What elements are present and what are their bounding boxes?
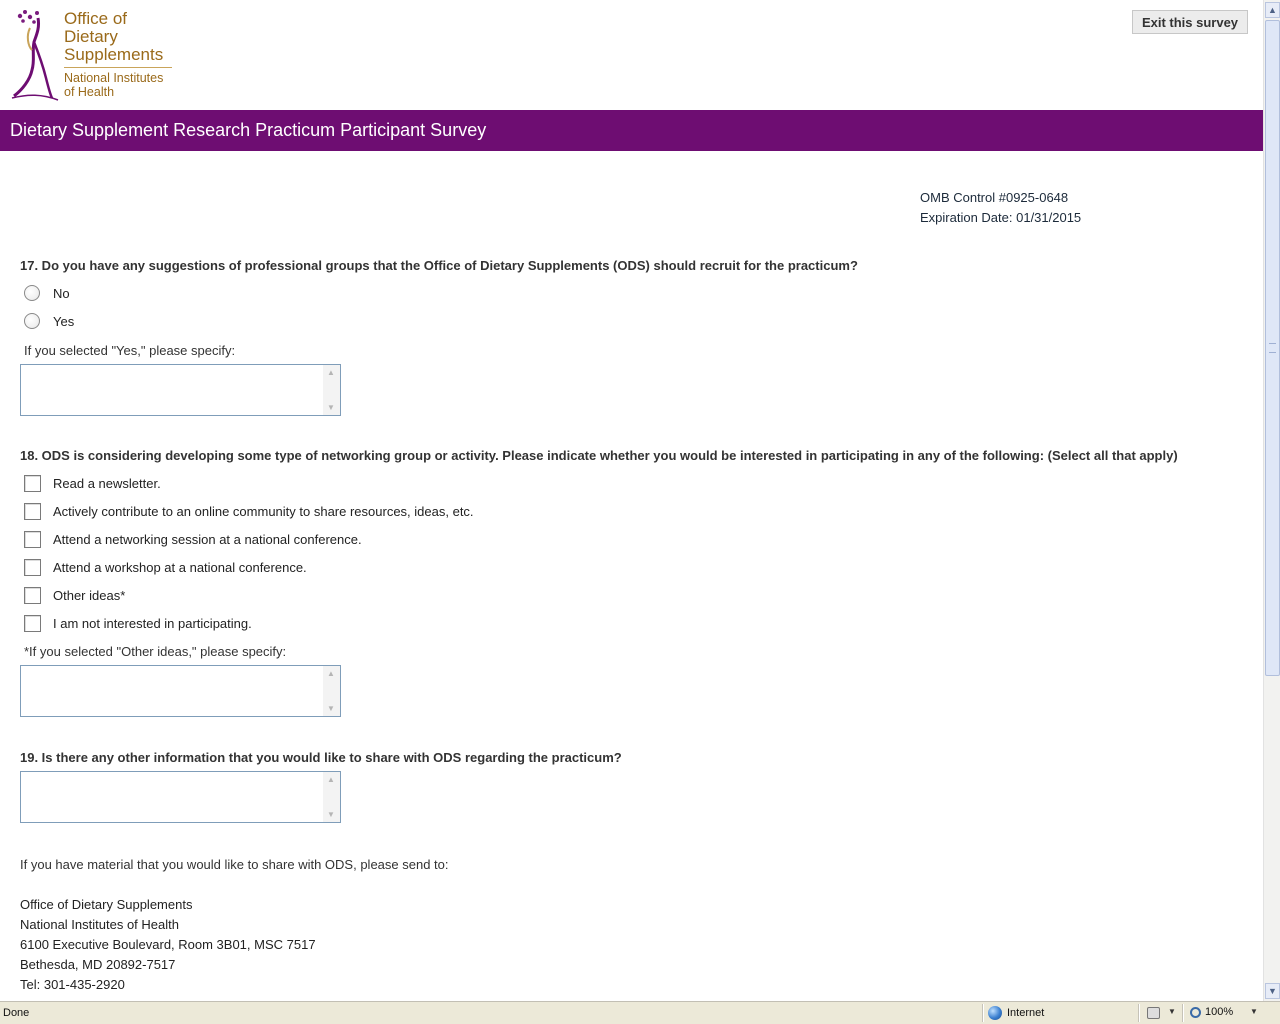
scroll-up-icon[interactable]: ▲ [327, 669, 335, 678]
q19-textarea[interactable]: ▲ ▼ [20, 771, 341, 823]
q18-option[interactable]: Actively contribute to an online communi… [24, 501, 474, 521]
browser-status-bar: Done Internet ▼ 100% ▼ [0, 1001, 1280, 1024]
q18-option[interactable]: Attend a networking session at a nationa… [24, 529, 362, 549]
option-label: No [53, 285, 70, 301]
page-title: Dietary Supplement Research Practicum Pa… [10, 120, 487, 140]
option-label: Attend a workshop at a national conferen… [53, 559, 307, 575]
checkbox[interactable] [24, 614, 41, 632]
q17-specify-textarea[interactable]: ▲ ▼ [20, 364, 341, 416]
status-divider [1138, 1004, 1140, 1022]
logo-text-line: Supplements [64, 45, 164, 64]
checkbox[interactable] [24, 586, 41, 604]
option-label: Read a newsletter. [53, 475, 161, 491]
checkbox[interactable] [24, 530, 41, 548]
page-scrollbar[interactable]: ▲ ▼ [1263, 0, 1280, 1001]
q18-option[interactable]: Other ideas* [24, 585, 125, 605]
option-label: I am not interested in participating. [53, 615, 252, 631]
textarea-scrollbar[interactable]: ▲ ▼ [323, 666, 340, 716]
dancer-logo-icon [11, 10, 59, 101]
address-line: Office of Dietary Supplements [20, 897, 193, 912]
status-divider [1182, 1004, 1184, 1022]
survey-title-bar: Dietary Supplement Research Practicum Pa… [0, 110, 1263, 151]
question-19: 19. Is there any other information that … [20, 750, 622, 765]
option-label: Yes [53, 313, 75, 329]
address-line: Bethesda, MD 20892-7517 [20, 957, 176, 972]
logo-text-line: National Institutes [64, 71, 164, 85]
option-label: Attend a networking session at a nationa… [53, 531, 362, 547]
option-label: Actively contribute to an online communi… [53, 503, 474, 519]
scroll-down-icon[interactable]: ▼ [327, 403, 335, 412]
zoom-control[interactable]: 100% [1190, 1006, 1233, 1018]
share-material-text: If you have material that you would like… [20, 857, 449, 872]
logo-text-line: Dietary [64, 27, 118, 46]
scroll-up-icon[interactable]: ▲ [327, 775, 335, 784]
omb-control-number: OMB Control #0925-0648 [920, 190, 1069, 205]
q18-option[interactable]: Attend a workshop at a national conferen… [24, 557, 307, 577]
textarea-scrollbar[interactable]: ▲ ▼ [323, 772, 340, 822]
chevron-down-icon[interactable]: ▼ [1168, 1007, 1176, 1016]
address-line: Tel: 301-435-2920 [20, 977, 125, 992]
logo-text-line: of Health [64, 85, 115, 99]
globe-icon [988, 1006, 1002, 1020]
q18-option[interactable]: I am not interested in participating. [24, 613, 252, 633]
security-zone[interactable]: Internet [988, 1006, 1044, 1020]
q17-option-yes[interactable]: Yes [24, 311, 74, 331]
scroll-up-button[interactable]: ▲ [1265, 2, 1280, 18]
textarea-scrollbar[interactable]: ▲ ▼ [323, 365, 340, 415]
scroll-down-button[interactable]: ▼ [1265, 983, 1280, 999]
radio-button[interactable] [24, 313, 40, 329]
q17-option-no[interactable]: No [24, 283, 70, 303]
q18-specify-textarea[interactable]: ▲ ▼ [20, 665, 341, 717]
scroll-down-icon[interactable]: ▼ [327, 810, 335, 819]
scroll-down-icon[interactable]: ▼ [327, 704, 335, 713]
q17-specify-label: If you selected "Yes," please specify: [24, 343, 236, 358]
ods-logo[interactable]: Office of Dietary Supplements National I… [8, 8, 178, 103]
zoom-icon [1190, 1006, 1201, 1018]
omb-info: OMB Control #0925-0648 Expiration Date: … [920, 188, 1081, 228]
scrollbar-thumb[interactable] [1265, 20, 1280, 676]
q18-option[interactable]: Read a newsletter. [24, 473, 161, 493]
grip-icon [1269, 343, 1276, 353]
ods-address: Office of Dietary Supplements National I… [20, 895, 316, 995]
chevron-down-icon[interactable]: ▼ [1250, 1007, 1258, 1016]
address-line: 6100 Executive Boulevard, Room 3B01, MSC… [20, 937, 316, 952]
logo-divider [64, 67, 172, 68]
logo-text-line: Office of [64, 9, 127, 28]
question-18: 18. ODS is considering developing some t… [20, 448, 1178, 463]
status-divider [982, 1004, 984, 1022]
omb-expiration-date: Expiration Date: 01/31/2015 [920, 210, 1082, 225]
status-text: Done [3, 1007, 30, 1019]
option-label: Other ideas* [53, 587, 126, 603]
checkbox[interactable] [24, 502, 41, 520]
checkbox[interactable] [24, 474, 41, 492]
zoom-level: 100% [1205, 1006, 1234, 1018]
checkbox[interactable] [24, 558, 41, 576]
zone-label: Internet [1007, 1007, 1045, 1019]
exit-survey-button[interactable]: Exit this survey [1132, 10, 1248, 34]
page-viewport: Office of Dietary Supplements National I… [0, 0, 1263, 1001]
address-line: National Institutes of Health [20, 917, 179, 932]
protected-mode-icon[interactable] [1147, 1007, 1160, 1019]
question-17: 17. Do you have any suggestions of profe… [20, 258, 858, 273]
scroll-up-icon[interactable]: ▲ [327, 368, 335, 377]
q18-specify-label: *If you selected "Other ideas," please s… [24, 644, 287, 659]
radio-button[interactable] [24, 285, 40, 301]
